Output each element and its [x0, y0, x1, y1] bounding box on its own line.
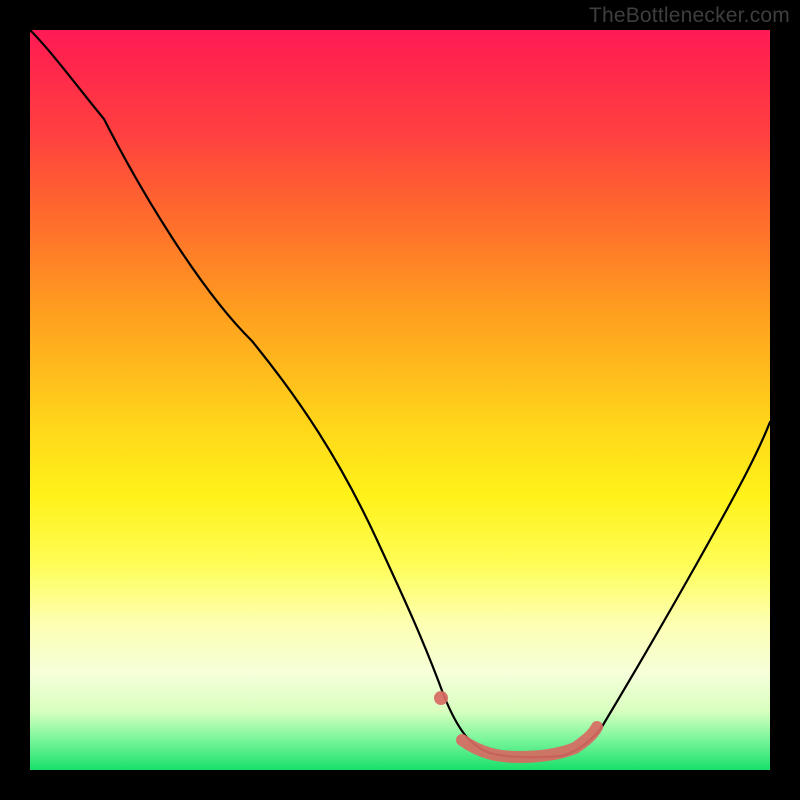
highlight-segment	[462, 727, 597, 757]
curve-svg	[30, 30, 770, 770]
attribution-label: TheBottlenecker.com	[589, 4, 790, 28]
plot-area	[30, 30, 770, 770]
highlight-dot-start	[434, 691, 448, 705]
bottleneck-curve	[30, 30, 770, 757]
chart-stage: TheBottlenecker.com	[0, 0, 800, 800]
